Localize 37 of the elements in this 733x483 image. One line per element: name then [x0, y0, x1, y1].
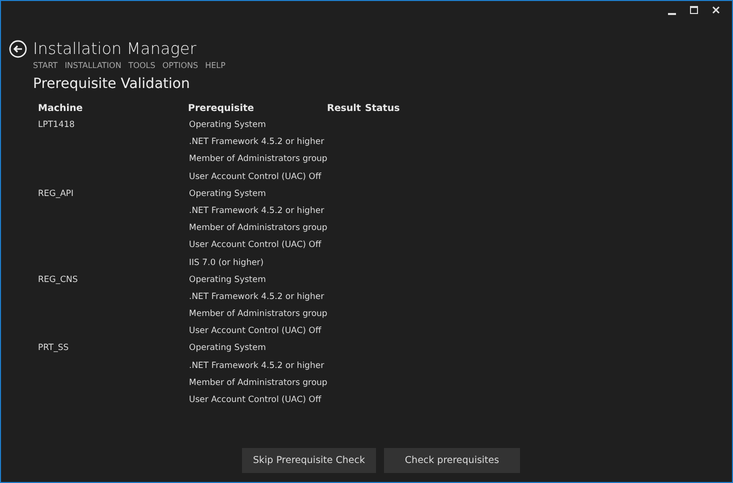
prerequisite-name: .NET Framework 4.5.2 or higher: [189, 206, 324, 216]
prerequisite-name: User Account Control (UAC) Off: [189, 326, 322, 336]
nav-link[interactable]: OPTIONS: [162, 61, 198, 70]
maximize-icon[interactable]: [690, 6, 698, 14]
machine-name: REG_CNS: [38, 274, 78, 285]
check-button[interactable]: Check prerequisites: [384, 448, 520, 473]
prerequisite-name: Member of Administrators group: [189, 309, 328, 320]
back-icon[interactable]: [9, 40, 27, 58]
machine-name: PRT_SS: [38, 343, 69, 354]
prerequisite-name: User Account Control (UAC) Off: [189, 172, 322, 182]
prerequisite-name: Member of Administrators group: [189, 154, 328, 164]
prerequisite-name: User Account Control (UAC) Off: [189, 240, 322, 250]
nav-link[interactable]: HELP: [205, 61, 226, 70]
column-header: Result: [327, 102, 362, 116]
prerequisite-name: Operating System: [189, 274, 266, 285]
nav-link[interactable]: INSTALLATION: [64, 61, 122, 70]
machine-name: LPT1418: [38, 120, 75, 130]
prerequisite-name: .NET Framework 4.5.2 or higher: [189, 292, 324, 302]
prerequisite-name: Operating System: [189, 343, 266, 354]
prerequisite-name: Member of Administrators group: [189, 378, 328, 388]
skip-button[interactable]: Skip Prerequisite Check: [242, 448, 376, 473]
page-title: Prerequisite Validation: [32, 75, 191, 92]
window-title: Installation Manager: [33, 39, 196, 58]
prerequisite-name: Operating System: [189, 120, 266, 130]
close-icon[interactable]: [712, 6, 720, 14]
prerequisite-name: User Account Control (UAC) Off: [189, 395, 322, 405]
nav-link[interactable]: START: [33, 61, 58, 70]
prerequisite-name: Operating System: [189, 188, 266, 199]
prerequisite-name: .NET Framework 4.5.2 or higher: [189, 360, 324, 371]
nav-link[interactable]: TOOLS: [128, 61, 156, 70]
column-header: Machine: [38, 102, 84, 116]
machine-name: REG_API: [38, 188, 74, 199]
column-header: Status: [365, 102, 401, 116]
prerequisite-name: .NET Framework 4.5.2 or higher: [189, 137, 324, 148]
prerequisite-name: IIS 7.0 (or higher): [189, 258, 264, 268]
column-header: Prerequisite: [188, 102, 255, 116]
prerequisite-name: Member of Administrators group: [189, 223, 328, 234]
